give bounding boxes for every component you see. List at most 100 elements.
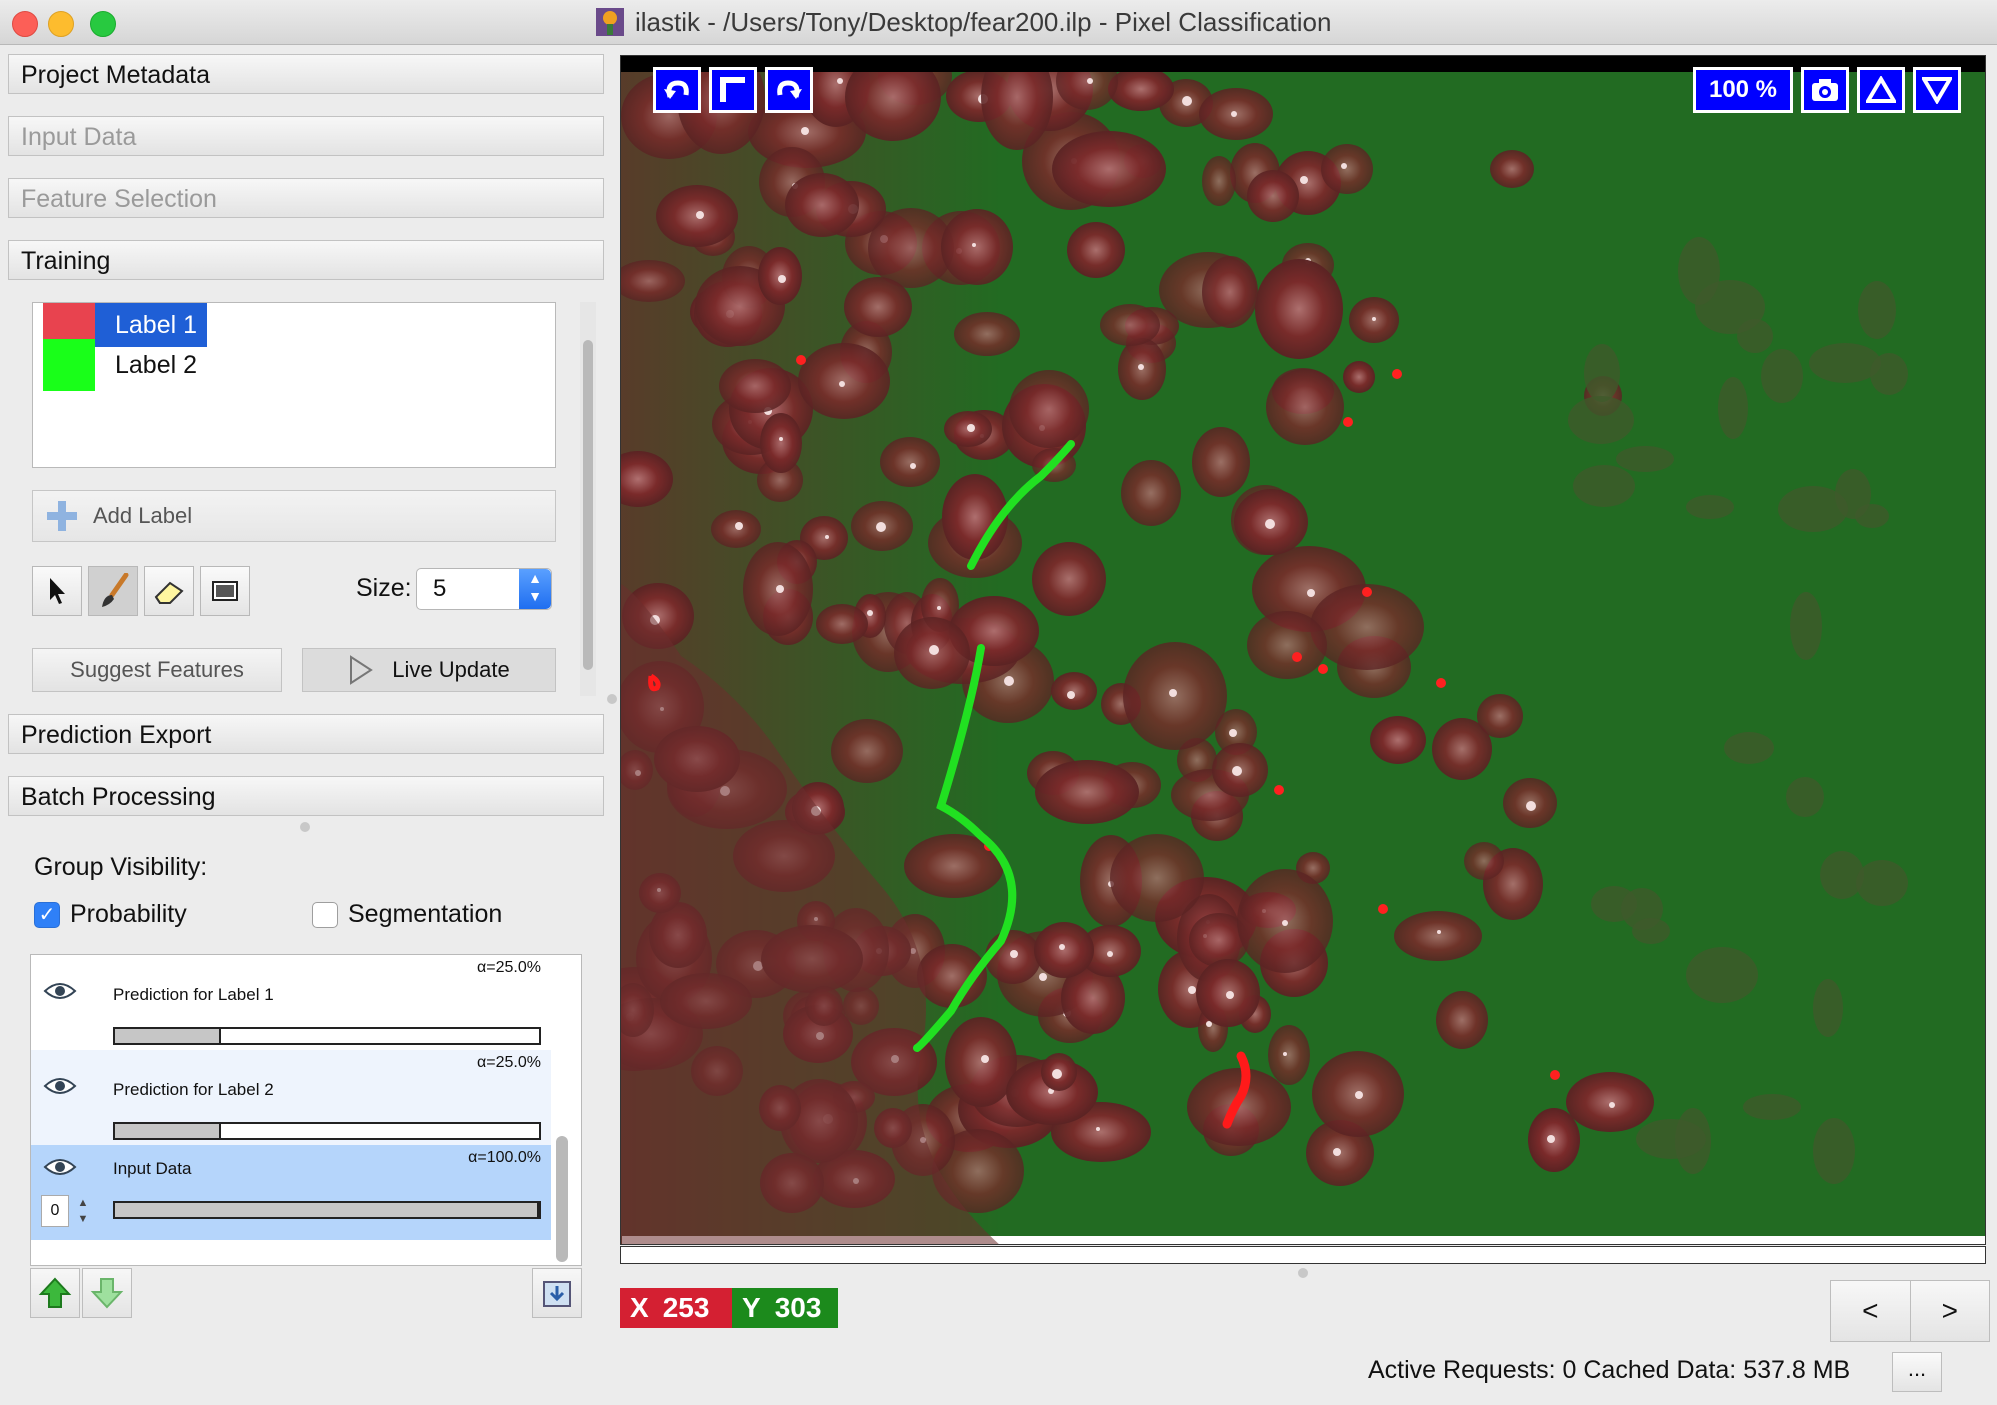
faint-blob — [1718, 377, 1748, 439]
splitter-handle[interactable] — [607, 694, 617, 704]
y-coordinate-label: Y — [742, 1292, 761, 1323]
cell-blob — [1052, 131, 1166, 207]
minimize-window-button[interactable] — [48, 11, 74, 37]
eraser-tool-button[interactable] — [144, 566, 194, 616]
cell-nucleus — [1087, 78, 1093, 84]
opacity-slider[interactable] — [113, 1201, 541, 1219]
group-visibility-title: Group Visibility: — [34, 853, 208, 881]
size-stepper-arrows[interactable]: ▲ ▼ — [519, 569, 551, 609]
checkbox-box[interactable] — [312, 901, 338, 928]
previous-image-button[interactable]: < — [1831, 1281, 1911, 1341]
image-canvas[interactable] — [621, 56, 1986, 1245]
redo-button[interactable] — [765, 67, 813, 113]
splitter-handle[interactable] — [300, 822, 310, 832]
zoom-level-button[interactable]: 100 % — [1693, 67, 1793, 113]
cell-nucleus — [1138, 364, 1144, 370]
opacity-slider-fill — [115, 1029, 221, 1043]
viewer-horizontal-scrollbar[interactable] — [620, 1246, 1986, 1264]
snapshot-button[interactable] — [1801, 67, 1849, 113]
faint-blob — [1813, 979, 1843, 1037]
faint-blob — [1856, 860, 1908, 906]
faint-blob — [1813, 1118, 1855, 1184]
close-window-button[interactable] — [12, 11, 38, 37]
faint-blob — [1632, 918, 1670, 944]
faint-blob — [1678, 237, 1720, 305]
cell-blob — [1192, 427, 1250, 497]
training-scrollbar[interactable] — [580, 302, 596, 696]
cell-nucleus — [779, 437, 783, 441]
cell-blob — [1255, 259, 1343, 359]
label-1-dot — [1378, 904, 1388, 914]
pointer-tool-button[interactable] — [32, 566, 82, 616]
label-1-dot — [1362, 587, 1372, 597]
checkmark-icon[interactable]: ✓ — [34, 901, 60, 928]
opacity-slider[interactable] — [113, 1027, 541, 1045]
cell-nucleus — [1004, 676, 1014, 686]
faint-blob — [1743, 1094, 1801, 1120]
more-status-button[interactable]: ... — [1892, 1352, 1942, 1392]
applet-batch-processing[interactable]: Batch Processing — [8, 776, 604, 816]
cell-blob — [798, 343, 890, 419]
probability-checkbox[interactable]: ✓ Probability — [34, 900, 187, 929]
cell-blob — [1464, 842, 1504, 880]
opacity-slider-fill — [115, 1203, 539, 1217]
undo-button[interactable] — [653, 67, 701, 113]
crop-view-button[interactable] — [709, 67, 757, 113]
eye-icon[interactable] — [43, 1157, 77, 1177]
move-layer-down-button[interactable] — [82, 1268, 132, 1318]
cell-blob — [1343, 361, 1375, 393]
faint-blob — [1616, 446, 1674, 472]
faint-blob — [1724, 732, 1774, 764]
cell-nucleus — [929, 645, 939, 655]
layer-item[interactable]: Prediction for Label 1 α=25.0% — [31, 955, 551, 1050]
image-viewer[interactable]: 100 % — [620, 55, 1986, 1245]
layer-list-scrollbar[interactable] — [556, 1136, 568, 1262]
faint-blob — [1778, 486, 1848, 532]
cell-nucleus — [1355, 1091, 1363, 1099]
eye-icon[interactable] — [43, 1076, 77, 1096]
channel-stepper[interactable]: ▲ ▼ — [73, 1195, 93, 1229]
add-label-button[interactable]: Add Label — [32, 490, 556, 542]
faint-blob — [1870, 353, 1908, 395]
opacity-slider[interactable] — [113, 1122, 541, 1140]
threshold-tool-button[interactable] — [200, 566, 250, 616]
faint-blob — [1584, 344, 1620, 402]
cell-nucleus — [1609, 1102, 1615, 1108]
ilastik-app-icon — [596, 8, 624, 36]
move-layer-up-button[interactable] — [30, 1268, 80, 1318]
label-list[interactable]: Label 1 Label 2 — [32, 302, 556, 468]
segmentation-checkbox[interactable]: Segmentation — [312, 900, 502, 929]
cell-nucleus — [910, 463, 916, 469]
layer-item[interactable]: Prediction for Label 2 α=25.0% — [31, 1050, 551, 1145]
next-image-button[interactable]: > — [1911, 1281, 1990, 1341]
label-item-2[interactable]: Label 2 — [43, 339, 197, 391]
suggest-features-button[interactable]: Suggest Features — [32, 648, 282, 692]
slice-down-button[interactable] — [1913, 67, 1961, 113]
layer-name: Prediction for Label 2 — [113, 1080, 274, 1099]
live-update-button[interactable]: Live Update — [302, 648, 556, 692]
eye-icon[interactable] — [43, 981, 77, 1001]
applet-prediction-export[interactable]: Prediction Export — [8, 714, 604, 754]
faint-blob — [1636, 1119, 1706, 1159]
brush-size-value: 5 — [433, 575, 447, 602]
layer-item-selected[interactable]: Input Data α=100.0% 0 ▲ ▼ — [31, 1145, 551, 1240]
brush-tool-button[interactable] — [88, 566, 138, 616]
applet-input-data[interactable]: Input Data — [8, 116, 604, 156]
triangle-down-icon — [1922, 77, 1952, 104]
scrollbar-thumb[interactable] — [583, 340, 593, 670]
maximize-window-button[interactable] — [90, 11, 116, 37]
label-color-swatch[interactable] — [43, 339, 95, 391]
channel-spinbox[interactable]: 0 — [41, 1195, 69, 1227]
applet-training[interactable]: Training — [8, 240, 604, 280]
applet-project-metadata[interactable]: Project Metadata — [8, 54, 604, 94]
brush-size-combo[interactable]: 5 ▲ ▼ — [416, 568, 552, 610]
cell-blob — [1566, 1072, 1654, 1132]
export-layer-button[interactable] — [532, 1268, 582, 1318]
faint-blob — [1786, 777, 1824, 817]
applet-feature-selection[interactable]: Feature Selection — [8, 178, 604, 218]
splitter-handle[interactable] — [1298, 1268, 1308, 1278]
slice-up-button[interactable] — [1857, 67, 1905, 113]
add-label-text: Add Label — [93, 503, 193, 528]
faint-blob — [1761, 349, 1803, 403]
x-coordinate-value: 253 — [662, 1292, 710, 1323]
